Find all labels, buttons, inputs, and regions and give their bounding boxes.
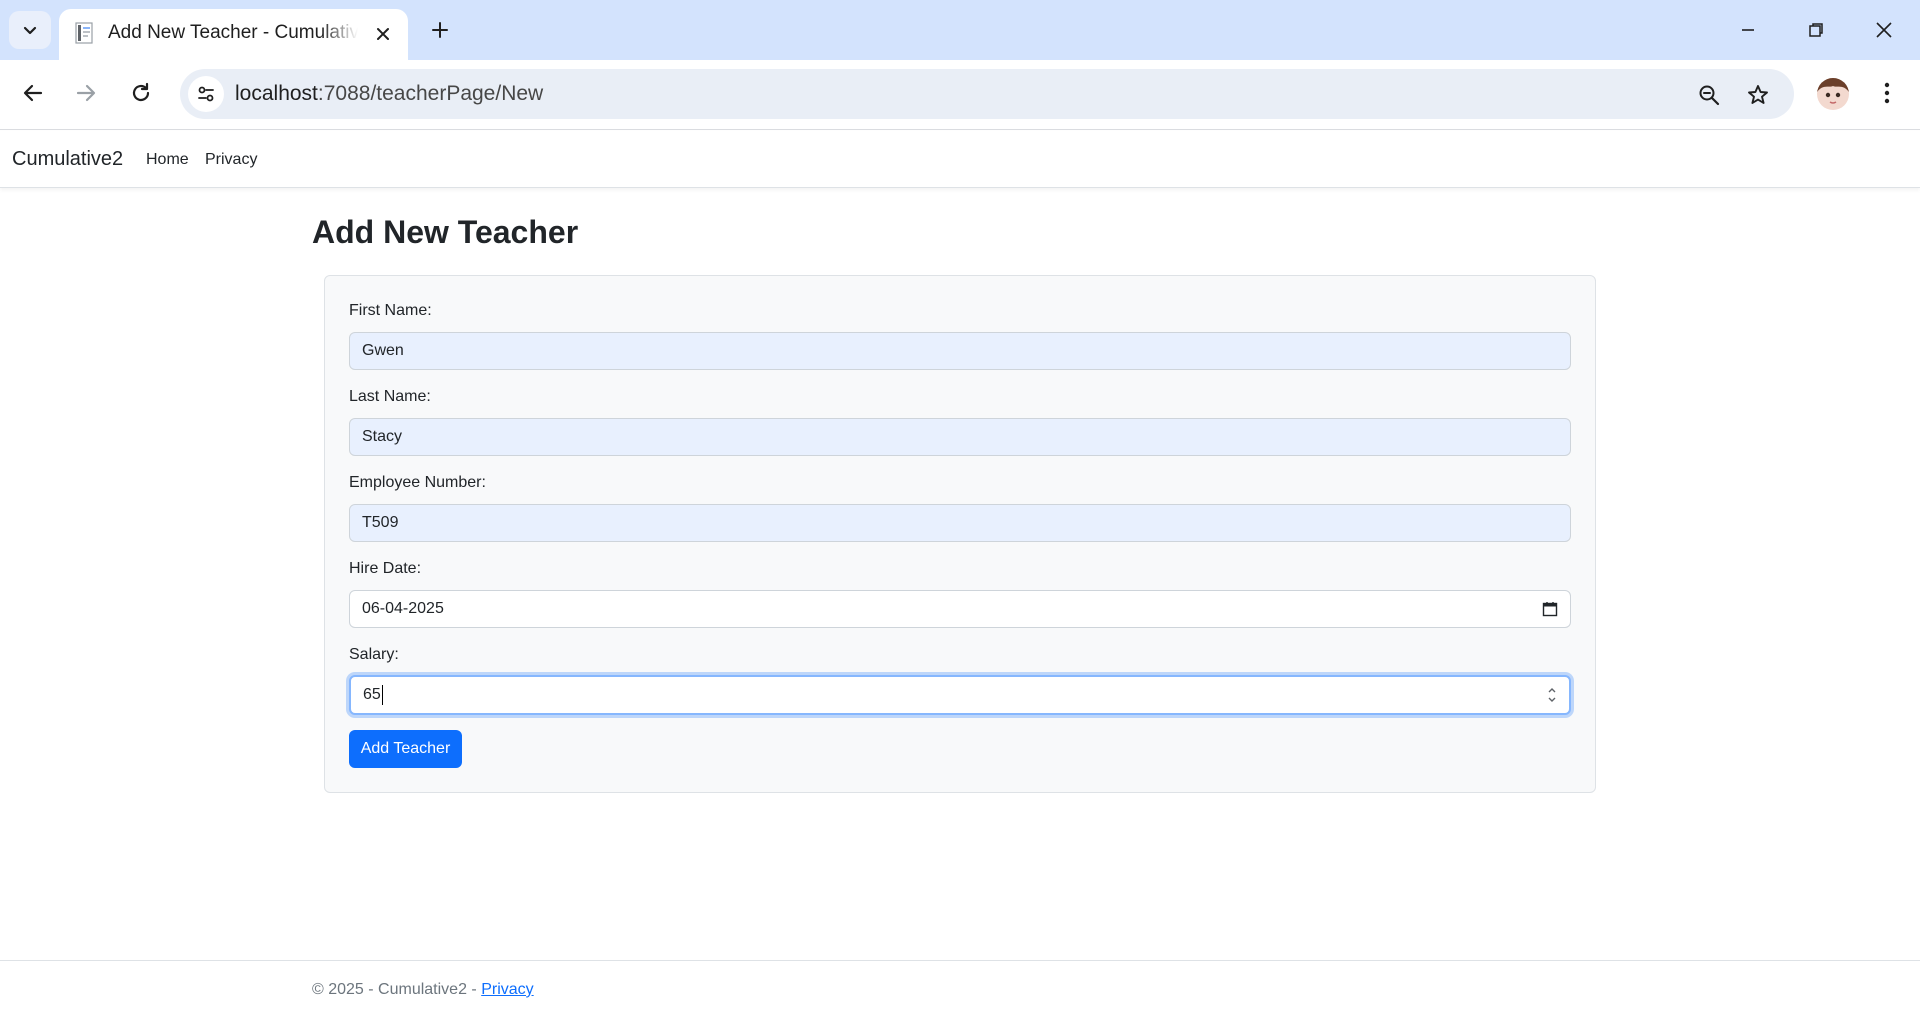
minimize-icon [1742,29,1754,31]
page-favicon-icon [75,22,93,44]
footer-text: © 2025 - Cumulative2 - Privacy [312,981,534,999]
profile-avatar-icon [1817,78,1849,110]
site-footer: © 2025 - Cumulative2 - Privacy [0,960,1920,1019]
new-tab-button[interactable] [422,12,458,48]
calendar-icon[interactable] [1542,601,1558,617]
hire-date-input[interactable]: 06-04-2025 [349,590,1571,628]
more-vert-icon [1884,82,1890,104]
salary-input[interactable]: 65 [349,675,1571,715]
employee-number-input[interactable]: T509 [349,504,1571,542]
last-name-label: Last Name: [349,388,431,405]
tab-title: Add New Teacher - Cumulative2 [108,22,358,43]
reload-button[interactable] [121,73,161,113]
back-button[interactable] [13,73,53,113]
chevron-down-icon [23,26,37,35]
close-window-button[interactable] [1850,0,1918,60]
site-navbar: Cumulative2 Home Privacy [0,131,1920,188]
restore-button[interactable] [1782,0,1850,60]
web-page: Cumulative2 Home Privacy Add New Teacher… [0,131,1920,1019]
browser-tab-strip: Add New Teacher - Cumulative2 [0,0,1920,60]
forward-button[interactable] [66,73,106,113]
tune-icon [198,86,214,102]
first-name-value: Gwen [362,342,404,359]
arrow-right-icon [76,84,96,102]
add-teacher-button[interactable]: Add Teacher [349,730,462,768]
address-bar[interactable]: localhost:7088/teacherPage/New [180,69,1794,119]
tab-close-button[interactable] [370,21,396,47]
browser-menu-button[interactable] [1869,75,1905,111]
minimize-button[interactable] [1714,0,1782,60]
arrow-left-icon [23,84,43,102]
url-host: localhost [235,82,318,105]
browser-tab-active[interactable]: Add New Teacher - Cumulative2 [59,9,408,60]
footer-privacy-link[interactable]: Privacy [481,981,533,998]
profile-avatar[interactable] [1817,78,1849,110]
browser-toolbar: localhost:7088/teacherPage/New [0,60,1920,130]
employee-number-label: Employee Number: [349,474,486,491]
last-name-value: Stacy [362,428,403,445]
text-caret [381,685,383,705]
page-title: Add New Teacher [312,214,579,250]
close-icon [1876,22,1892,38]
bookmark-button[interactable] [1741,78,1775,112]
site-info-button[interactable] [188,76,224,112]
reload-icon [132,82,150,102]
url-path: :7088/teacherPage/New [317,82,544,105]
nav-link-home[interactable]: Home [146,151,189,169]
salary-label: Salary: [349,646,399,663]
employee-number-value: T509 [362,514,399,531]
last-name-input[interactable]: Stacy [349,418,1571,456]
first-name-input[interactable]: Gwen [349,332,1571,370]
restore-icon [1809,23,1823,37]
plus-icon [432,22,448,38]
navbar-brand[interactable]: Cumulative2 [12,148,123,171]
teacher-form-card: First Name: Gwen Last Name: Stacy Employ… [324,275,1596,793]
close-icon [377,28,389,40]
footer-copyright: © 2025 - Cumulative2 - [312,981,482,998]
zoom-out-icon [1699,85,1720,106]
star-icon [1748,85,1768,104]
zoom-button[interactable] [1692,78,1726,112]
first-name-label: First Name: [349,302,432,319]
hire-date-label: Hire Date: [349,560,422,577]
number-spinner-icon[interactable] [1547,685,1557,705]
url-text: localhost:7088/teacherPage/New [235,82,543,106]
salary-value: 65 [363,686,381,703]
nav-link-privacy[interactable]: Privacy [205,151,257,169]
hire-date-value: 06-04-2025 [362,600,444,617]
tab-search-button[interactable] [9,11,51,49]
